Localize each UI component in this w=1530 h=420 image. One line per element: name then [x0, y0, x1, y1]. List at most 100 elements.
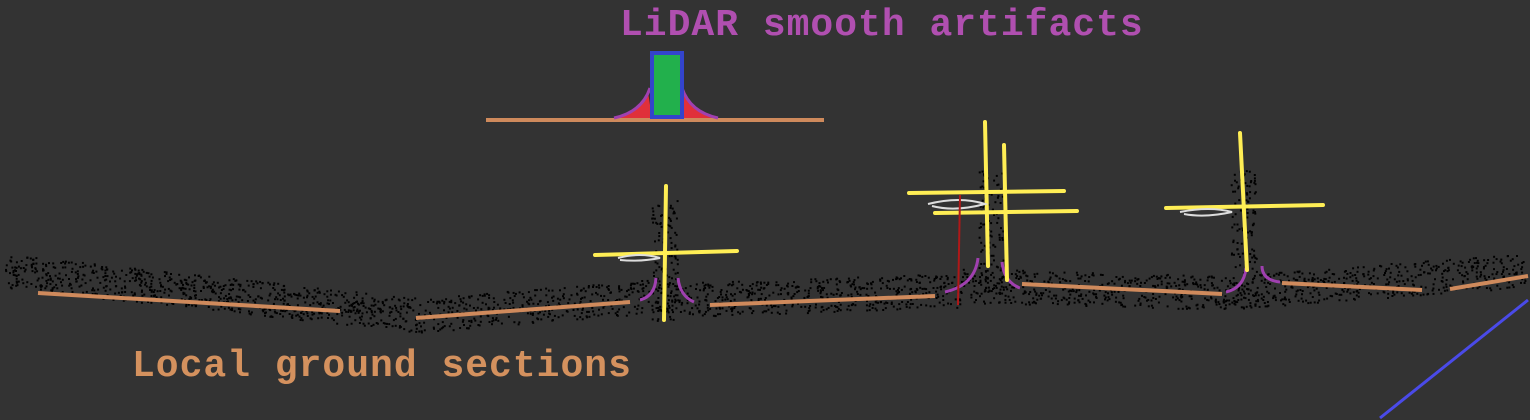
- lidar-point: [1346, 272, 1349, 275]
- lidar-point: [437, 323, 440, 326]
- lidar-point: [1175, 295, 1178, 298]
- lidar-point: [1476, 265, 1479, 268]
- lidar-point: [715, 307, 718, 310]
- lidar-point: [791, 303, 794, 306]
- lidar-point: [1441, 276, 1444, 279]
- lidar-point: [660, 225, 663, 228]
- lidar-point: [1387, 283, 1390, 286]
- lidar-point: [923, 287, 926, 290]
- lidar-point: [817, 289, 820, 292]
- lidar-point: [542, 313, 545, 316]
- lidar-point: [362, 322, 365, 325]
- lidar-point: [1085, 303, 1088, 306]
- lidar-point: [202, 287, 205, 289]
- lidar-point: [943, 282, 946, 285]
- noise-scribble: [1179, 208, 1233, 217]
- lidar-point: [1219, 306, 1222, 309]
- lidar-point: [1237, 299, 1240, 301]
- lidar-point: [395, 309, 398, 312]
- lidar-point: [579, 316, 582, 319]
- lidar-point: [1351, 279, 1354, 282]
- lidar-point: [978, 236, 981, 239]
- lidar-point: [872, 303, 875, 306]
- pole-vertical: [1238, 131, 1249, 272]
- lidar-point: [295, 314, 298, 317]
- lidar-point: [1092, 292, 1095, 295]
- lidar-point: [473, 317, 476, 320]
- lidar-point: [197, 275, 200, 277]
- lidar-point: [1248, 185, 1251, 188]
- lidar-point: [1265, 286, 1268, 288]
- lidar-point: [203, 279, 206, 282]
- lidar-point: [1475, 267, 1478, 270]
- lidar-point: [1188, 295, 1191, 298]
- lidar-point: [820, 295, 822, 298]
- lidar-point: [1256, 286, 1259, 289]
- lidar-point: [1019, 275, 1022, 278]
- lidar-point: [1305, 299, 1308, 302]
- lidar-point: [299, 319, 302, 321]
- lidar-point: [549, 313, 551, 316]
- lidar-point: [512, 291, 515, 294]
- lidar-point: [534, 294, 537, 297]
- lidar-point: [130, 271, 133, 274]
- lidar-point: [1236, 223, 1239, 226]
- lidar-point: [908, 278, 911, 280]
- lidar-point: [35, 262, 38, 265]
- lidar-point: [655, 288, 658, 291]
- lidar-point: [41, 276, 44, 279]
- lidar-point: [42, 262, 45, 265]
- lidar-point: [551, 289, 554, 292]
- lidar-point: [1240, 294, 1243, 297]
- lidar-point: [69, 282, 71, 285]
- lidar-point: [493, 306, 495, 309]
- lidar-point: [659, 305, 662, 308]
- lidar-point: [1047, 295, 1050, 298]
- lidar-point: [1520, 268, 1523, 271]
- lidar-point: [835, 278, 838, 281]
- lidar-point: [751, 291, 754, 294]
- lidar-point: [970, 293, 973, 296]
- lidar-point: [825, 308, 828, 311]
- lidar-point: [914, 290, 917, 293]
- lidar-point: [212, 291, 215, 294]
- lidar-point: [1154, 298, 1157, 300]
- lidar-point: [1180, 300, 1183, 303]
- lidar-point: [1508, 286, 1511, 289]
- lidar-point: [1338, 299, 1341, 302]
- lidar-point: [212, 308, 215, 311]
- lidar-point: [1397, 274, 1400, 277]
- lidar-point: [58, 272, 61, 275]
- lidar-point: [1467, 261, 1470, 263]
- lidar-point: [1482, 267, 1485, 270]
- lidar-point: [759, 288, 761, 291]
- lidar-point: [475, 309, 477, 312]
- lidar-point: [150, 279, 153, 282]
- lidar-point: [1274, 299, 1277, 302]
- lidar-point: [906, 279, 909, 282]
- lidar-point: [271, 316, 274, 318]
- lidar-point: [718, 306, 721, 309]
- lidar-point: [786, 285, 789, 288]
- lidar-point: [998, 301, 1001, 304]
- lidar-point: [12, 274, 15, 276]
- lidar-point: [254, 301, 257, 304]
- lidar-point: [1246, 216, 1249, 219]
- lidar-point: [1435, 267, 1438, 270]
- lidar-point: [1414, 265, 1417, 268]
- lidar-point: [194, 297, 197, 300]
- lidar-point: [1031, 280, 1033, 283]
- lidar-point: [194, 274, 196, 277]
- lidar-point: [547, 289, 550, 292]
- lidar-point: [140, 274, 143, 277]
- lidar-point: [1421, 264, 1423, 267]
- lidar-point: [65, 274, 67, 277]
- lidar-point: [1489, 287, 1492, 290]
- lidar-point: [954, 298, 957, 301]
- lidar-point: [1389, 276, 1392, 279]
- lidar-point: [1247, 298, 1250, 301]
- lidar-point: [1206, 288, 1209, 291]
- lidar-point: [104, 275, 107, 277]
- lidar-point: [1134, 277, 1137, 280]
- lidar-point: [602, 306, 605, 309]
